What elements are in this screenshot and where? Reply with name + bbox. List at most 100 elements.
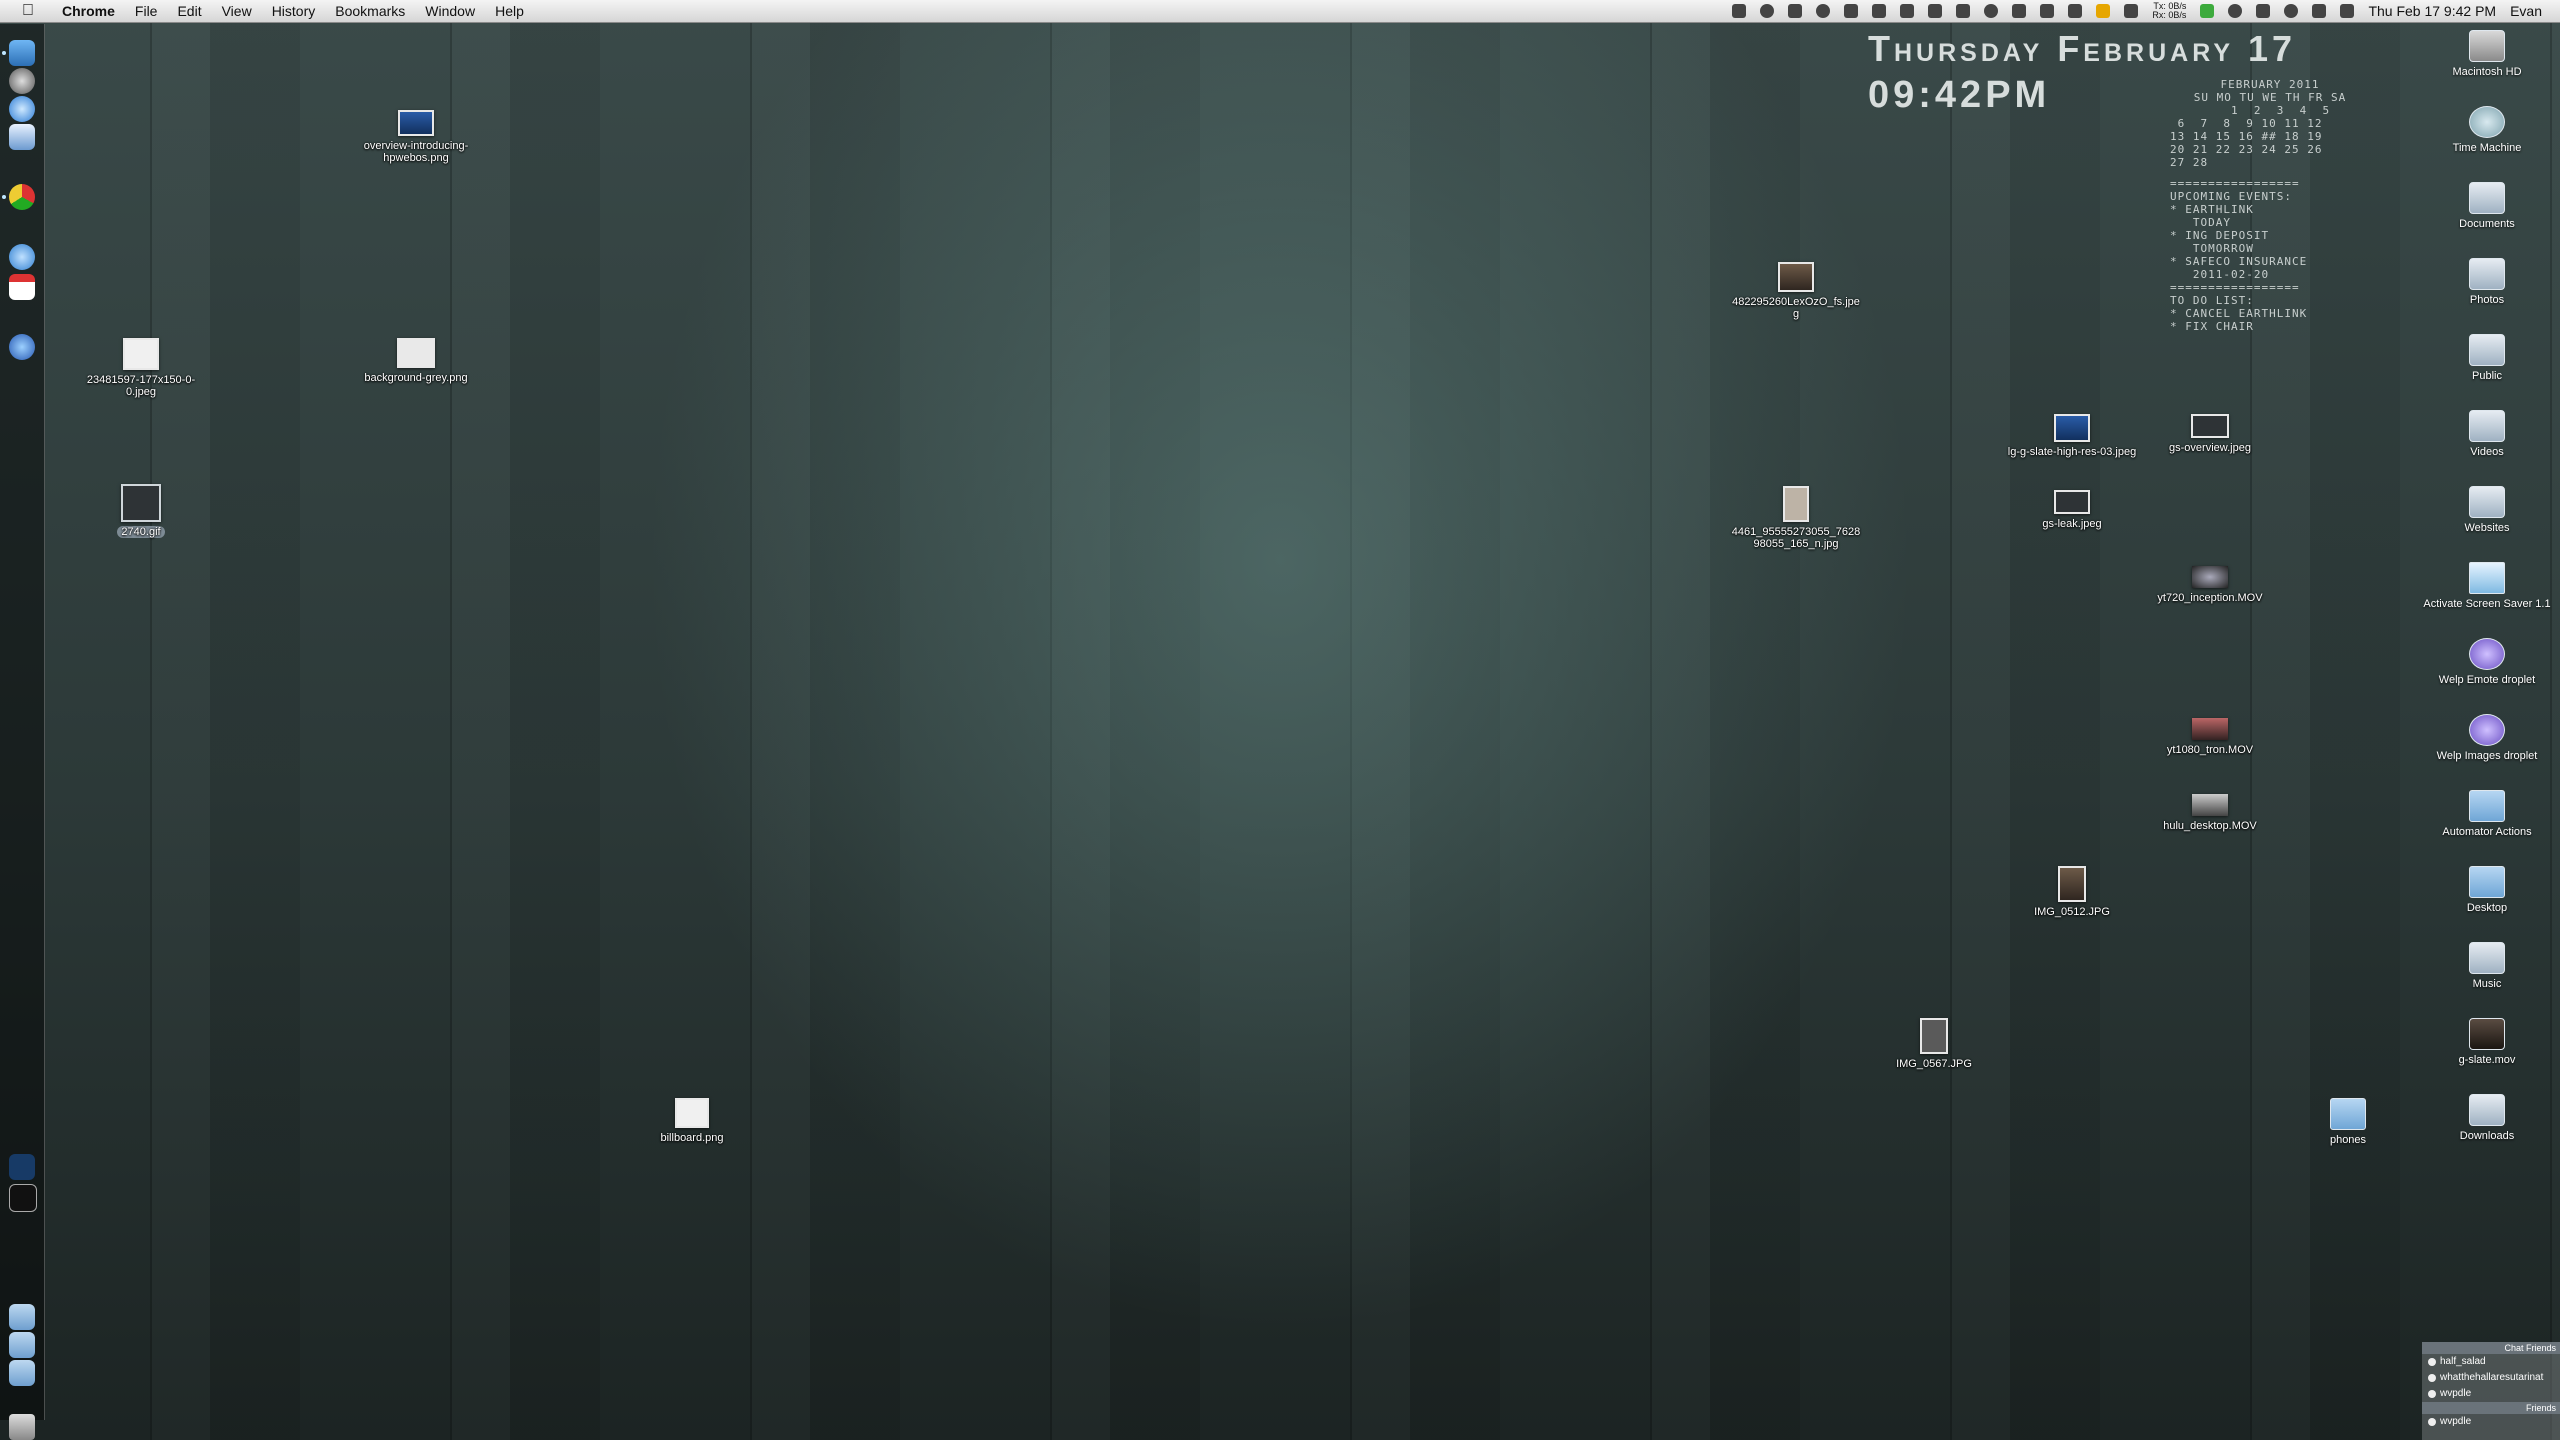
menu-bookmarks[interactable]: Bookmarks xyxy=(325,3,415,19)
desktop-file[interactable]: 4461_95555273055_762898055_165_n.jpg xyxy=(1731,486,1861,550)
desktop-file[interactable]: background-grey.png xyxy=(351,338,481,384)
droplet-icon xyxy=(2469,638,2505,670)
buddy-item[interactable]: whatthehallaresutarinat xyxy=(2422,1370,2560,1386)
speech-icon[interactable] xyxy=(2040,4,2055,18)
desktop-file[interactable]: IMG_0567.JPG xyxy=(1869,1018,1999,1070)
close-box-icon[interactable] xyxy=(1900,4,1915,18)
menu-edit[interactable]: Edit xyxy=(167,3,211,19)
ichat-icon[interactable] xyxy=(9,244,35,270)
desktop-file[interactable]: billboard.png xyxy=(627,1098,757,1144)
desktop-file[interactable]: overview-introducing-hpwebos.png xyxy=(351,110,481,164)
menu-window[interactable]: Window xyxy=(415,3,485,19)
menu-app-name[interactable]: Chrome xyxy=(52,3,125,19)
gear-icon[interactable] xyxy=(1844,4,1859,18)
desktop-file-selected[interactable]: 2740.gif xyxy=(76,484,206,540)
dropbox-icon[interactable] xyxy=(1872,4,1887,18)
desktop-folder[interactable]: phones xyxy=(2278,1098,2418,1146)
desktop-file[interactable]: yt720_inception.MOV xyxy=(2145,566,2275,604)
image-thumbnail-icon xyxy=(123,338,159,370)
buddy-item[interactable]: wvpdle xyxy=(2422,1414,2560,1430)
activity-graph-icon[interactable] xyxy=(2200,4,2215,18)
itunes-icon[interactable] xyxy=(9,334,35,360)
ical-icon[interactable] xyxy=(9,274,35,300)
desktop-file[interactable]: gs-overview.jpeg xyxy=(2145,414,2275,454)
buddy-item[interactable]: wvpdle xyxy=(2422,1386,2560,1402)
warning-icon[interactable] xyxy=(2096,4,2111,18)
finder-icon[interactable] xyxy=(9,40,35,66)
display-icon[interactable] xyxy=(1732,4,1747,18)
todo-item: * cancel earthlink xyxy=(2170,307,2308,320)
chat-bubble-icon[interactable] xyxy=(2012,4,2027,18)
desktop-volume[interactable]: Videos xyxy=(2417,410,2557,458)
desktop-file[interactable]: IMG_0512.JPG xyxy=(2007,866,2137,918)
movie-icon xyxy=(2192,794,2228,816)
chevron-right-icon[interactable] xyxy=(2068,4,2083,18)
menu-view[interactable]: View xyxy=(212,3,262,19)
screensaver-app-icon xyxy=(2469,562,2505,594)
menu-file[interactable]: File xyxy=(125,3,168,19)
safari-icon[interactable] xyxy=(9,96,35,122)
terminal-icon[interactable] xyxy=(9,1184,37,1212)
desktop-file[interactable]: gs-leak.jpeg xyxy=(2007,490,2137,530)
desktop-file[interactable]: lg-g-slate-high-res-03.jpeg xyxy=(2007,414,2137,458)
file-label: 4461_95555273055_762898055_165_n.jpg xyxy=(1731,526,1861,550)
time-machine-icon xyxy=(2469,106,2505,138)
volume-label: Public xyxy=(2472,370,2502,382)
dashboard-icon[interactable] xyxy=(9,68,35,94)
applications-folder-icon[interactable] xyxy=(9,1304,35,1330)
desktop-file[interactable]: g-slate.mov xyxy=(2417,1018,2557,1066)
trash-icon[interactable] xyxy=(9,1414,35,1440)
apple-menu-icon[interactable]:  xyxy=(18,2,38,20)
widget-date: Thursday February 17 xyxy=(1868,28,2297,69)
image-thumbnail-icon xyxy=(1783,486,1809,522)
bell-icon[interactable] xyxy=(1788,4,1803,18)
growl-icon[interactable] xyxy=(1760,4,1775,18)
desktop-volume[interactable]: Photos xyxy=(2417,258,2557,306)
desktop-volume[interactable]: Time Machine xyxy=(2417,106,2557,154)
desktop-volume[interactable]: Documents xyxy=(2417,182,2557,230)
menu-history[interactable]: History xyxy=(262,3,326,19)
divider: ================= xyxy=(2170,281,2300,294)
desktop-volume[interactable]: Websites xyxy=(2417,486,2557,534)
desktop-file[interactable]: 23481597-177x150-0-0.jpeg xyxy=(76,338,206,398)
documents-folder-icon[interactable] xyxy=(9,1332,35,1358)
user-name[interactable]: Evan xyxy=(2510,3,2542,19)
calendar-month-title: February 2011 xyxy=(2220,78,2320,91)
buddy-item[interactable]: half_salad xyxy=(2422,1354,2560,1370)
desktop-file[interactable]: hulu_desktop.MOV xyxy=(2145,794,2275,832)
event-line: 2011-02-20 xyxy=(2170,268,2270,281)
desktop-folder[interactable]: Automator Actions xyxy=(2417,790,2557,838)
menu-bar:  Chrome File Edit View History Bookmark… xyxy=(0,0,2560,23)
desktop-folder[interactable]: Desktop xyxy=(2417,866,2557,914)
buddy-group-header[interactable]: Chat Friends xyxy=(2422,1342,2560,1354)
wifi-icon[interactable] xyxy=(2228,4,2243,18)
desktop-volume[interactable]: Downloads xyxy=(2417,1094,2557,1142)
photoshop-icon[interactable] xyxy=(9,1154,35,1180)
desktop-file[interactable]: yt1080_tron.MOV xyxy=(2145,718,2275,756)
menu-help[interactable]: Help xyxy=(485,3,534,19)
image-thumbnail-icon xyxy=(675,1098,709,1128)
desktop-volume[interactable]: Music xyxy=(2417,942,2557,990)
keyboard-icon[interactable] xyxy=(1928,4,1943,18)
volume-icon[interactable] xyxy=(2256,4,2271,18)
settings-icon[interactable] xyxy=(2124,4,2139,18)
copy-icon[interactable] xyxy=(1956,4,1971,18)
calendar-weekday-header: Su Mo Tu We Th Fr Sa xyxy=(2193,91,2347,104)
desktop-app[interactable]: Welp Images droplet xyxy=(2417,714,2557,762)
time-machine-menu-icon[interactable] xyxy=(2284,4,2299,18)
network-monitor[interactable]: Tx: 0B/s Rx: 0B/s xyxy=(2152,2,2186,20)
clock-app-icon[interactable] xyxy=(1984,4,1999,18)
preview-icon[interactable] xyxy=(9,124,35,150)
menubar-clock[interactable]: Thu Feb 17 9:42 PM xyxy=(2368,3,2496,19)
input-menu-icon[interactable] xyxy=(2312,4,2327,18)
chrome-icon[interactable] xyxy=(9,184,35,210)
downloads-folder-icon[interactable] xyxy=(9,1360,35,1386)
desktop-app[interactable]: Welp Emote droplet xyxy=(2417,638,2557,686)
desktop-volume[interactable]: Macintosh HD xyxy=(2417,30,2557,78)
timer-icon[interactable] xyxy=(1816,4,1831,18)
desktop-volume[interactable]: Public xyxy=(2417,334,2557,382)
desktop-app[interactable]: Activate Screen Saver 1.1 xyxy=(2417,562,2557,610)
buddy-group-header[interactable]: Friends xyxy=(2422,1402,2560,1414)
battery-icon[interactable] xyxy=(2340,4,2355,18)
desktop-file[interactable]: 482295260LexOzO_fs.jpeg xyxy=(1731,262,1861,320)
